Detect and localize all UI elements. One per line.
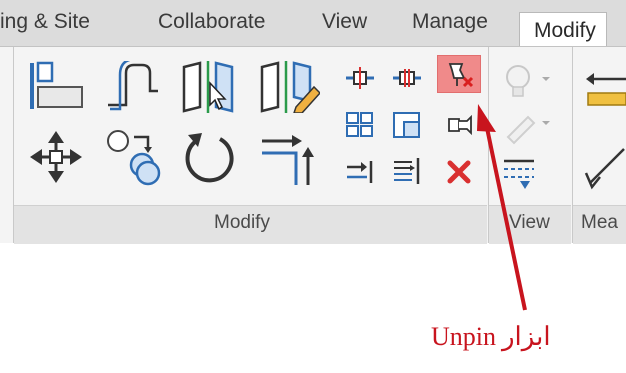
annotation-text-persian: ابزار	[502, 322, 551, 351]
annotation-arrow	[477, 104, 527, 311]
annotation-text: Unpin	[431, 322, 496, 351]
annotation-caption: Unpin ابزار	[425, 322, 551, 352]
